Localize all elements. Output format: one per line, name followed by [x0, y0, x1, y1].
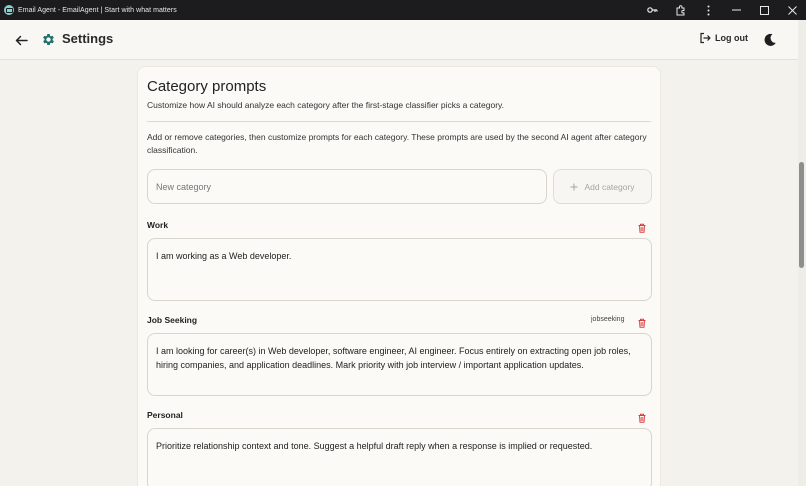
page-title: Settings [62, 31, 114, 46]
trash-icon[interactable] [637, 410, 647, 423]
trash-icon[interactable] [637, 315, 647, 328]
window-title: Email Agent - EmailAgent | Start with wh… [18, 6, 177, 14]
category-name-work: Work [147, 220, 169, 230]
card-subtitle: Customize how AI should analyze each cat… [147, 100, 505, 110]
minimize-icon[interactable] [722, 0, 750, 20]
add-category-label: Add category [584, 181, 635, 192]
scrollbar-thumb[interactable] [799, 162, 804, 268]
new-category-input[interactable]: New category [147, 169, 547, 204]
trash-icon[interactable] [637, 220, 647, 233]
close-icon[interactable] [778, 0, 806, 20]
add-category-button[interactable]: Add category [553, 169, 652, 204]
gear-icon [41, 32, 56, 47]
category-key: jobseeking [591, 316, 625, 323]
category-name-personal: Personal [147, 410, 183, 420]
more-options-icon[interactable] [694, 0, 722, 20]
category-prompts-card: Category prompts Customize how AI should… [137, 66, 661, 486]
logout-label: Log out [715, 33, 748, 43]
prompt-textarea-personal[interactable]: Prioritize relationship context and tone… [147, 428, 652, 486]
logout-icon [700, 32, 711, 44]
key-icon[interactable] [638, 0, 666, 20]
app-logo-icon [4, 5, 14, 15]
arrow-left-icon[interactable] [13, 32, 29, 48]
prompt-textarea-job-seeking[interactable]: I am looking for career(s) in Web develo… [147, 333, 652, 396]
moon-icon[interactable] [763, 33, 777, 47]
logout-button[interactable]: Log out [699, 32, 748, 44]
card-description: Add or remove categories, then customize… [147, 132, 647, 155]
card-title: Category prompts [147, 78, 267, 95]
app-header: Settings Log out [0, 20, 798, 60]
category-name-job-seeking: Job Seeking [147, 315, 198, 325]
plus-icon [570, 183, 578, 190]
extensions-icon[interactable] [666, 0, 694, 20]
maximize-icon[interactable] [750, 0, 778, 20]
window-titlebar: Email Agent - EmailAgent | Start with wh… [0, 0, 806, 20]
prompt-textarea-work[interactable]: I am working as a Web developer. [147, 238, 652, 301]
divider [147, 121, 651, 122]
